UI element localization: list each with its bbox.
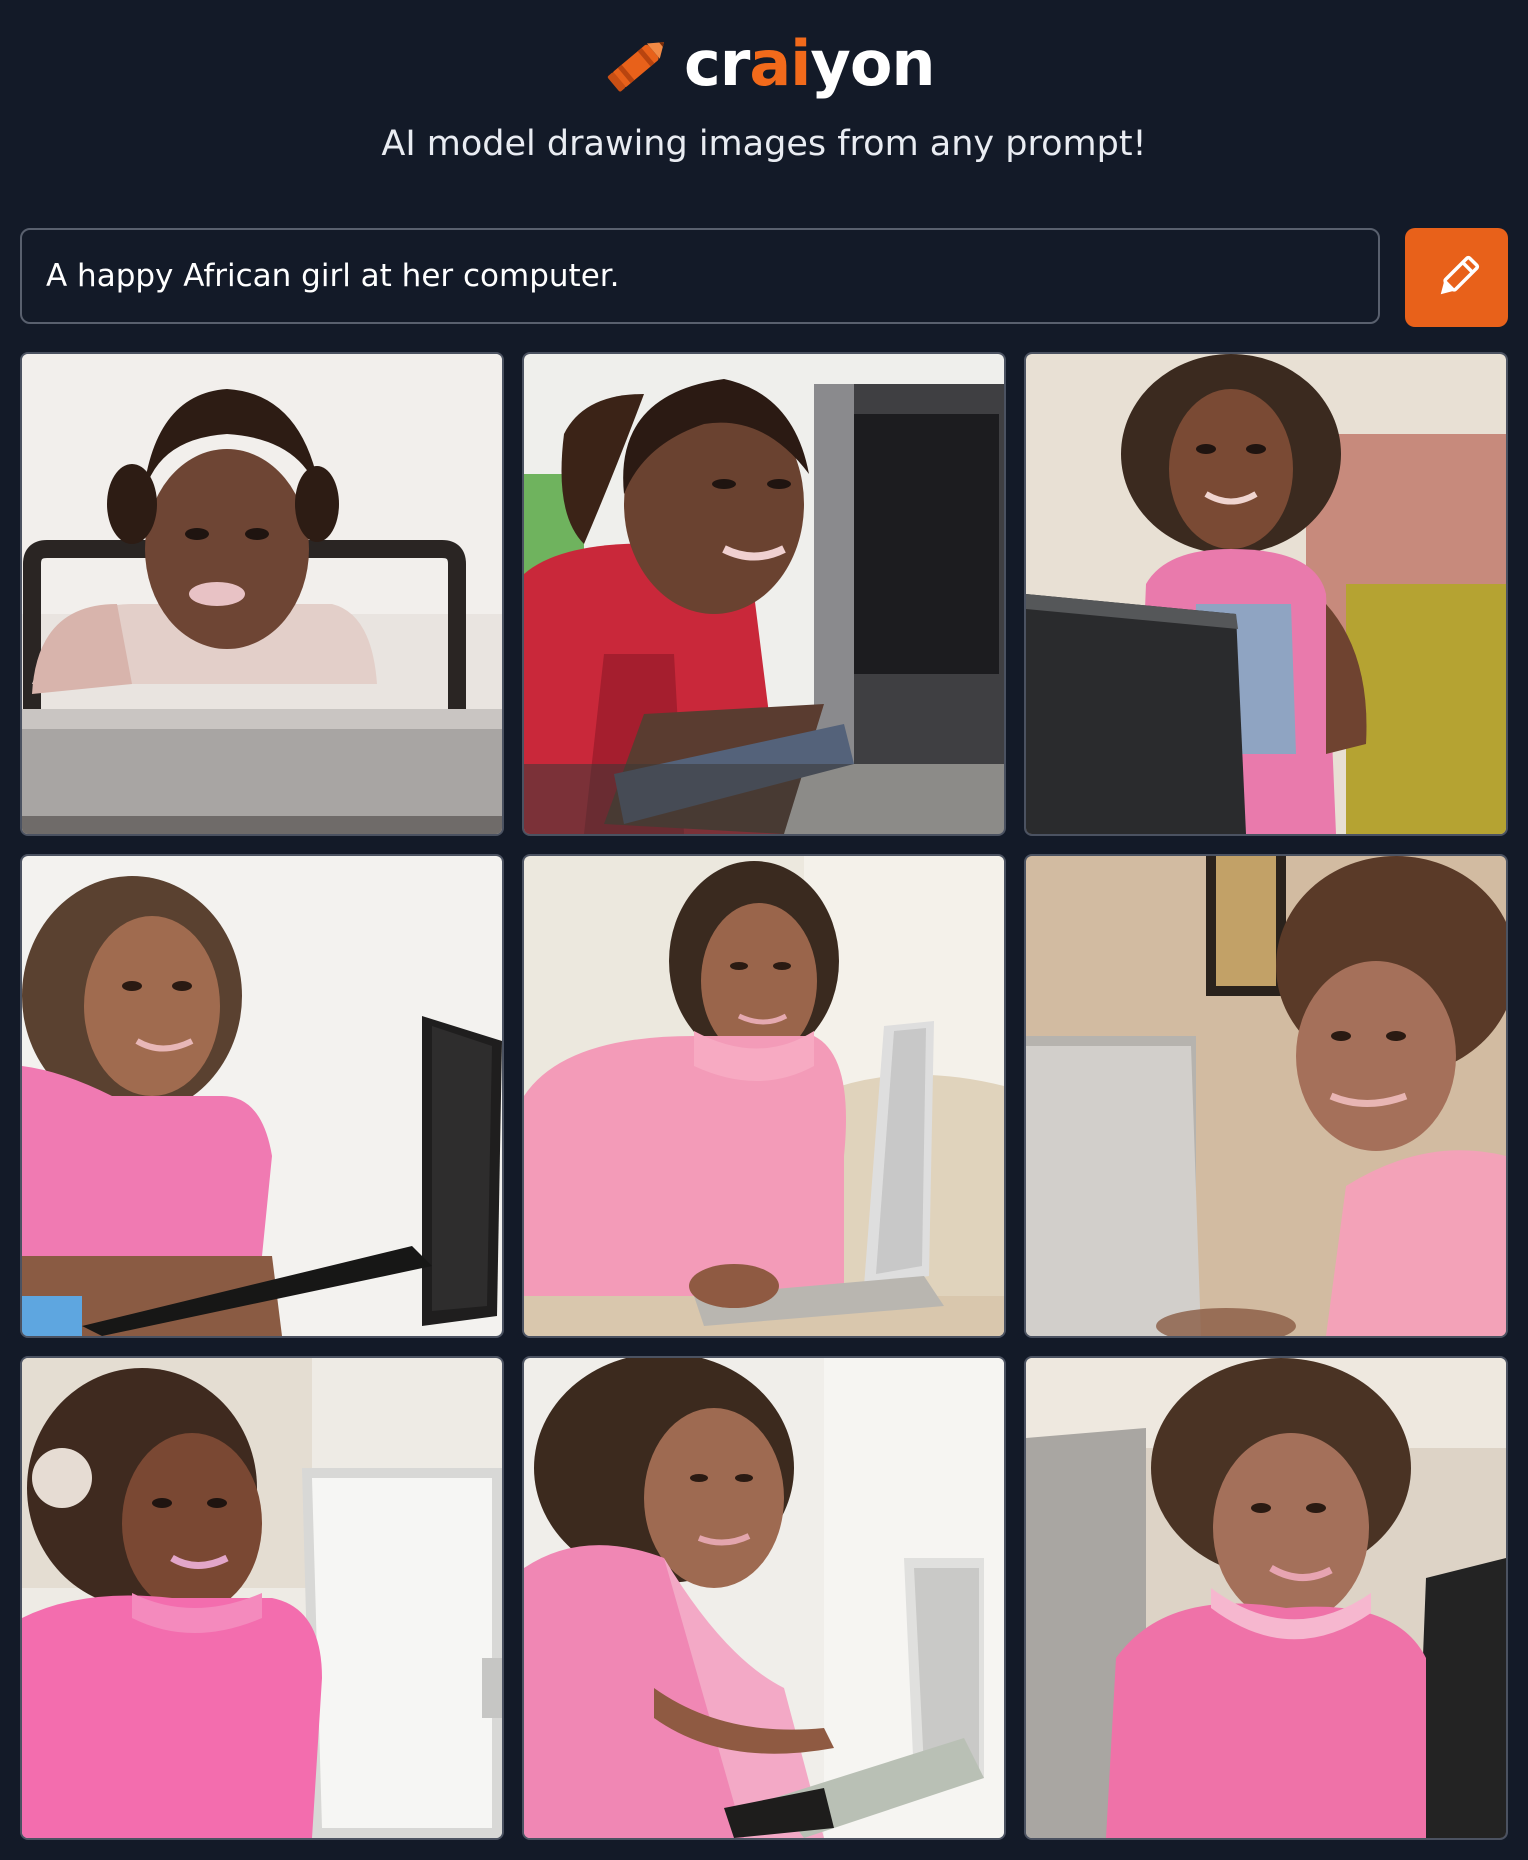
prompt-input[interactable] xyxy=(46,258,1346,294)
generated-image-8[interactable] xyxy=(522,1356,1006,1840)
results-grid xyxy=(20,352,1508,1840)
generated-image-3-picture xyxy=(1026,354,1506,834)
generated-image-1[interactable] xyxy=(20,352,504,836)
logo-suffix: yon xyxy=(810,27,935,100)
generated-image-4-picture xyxy=(22,856,502,1336)
craiyon-logo[interactable]: craiyon xyxy=(600,24,936,104)
generated-image-3[interactable] xyxy=(1024,352,1508,836)
generated-image-6[interactable] xyxy=(1024,854,1508,1338)
generated-image-2[interactable] xyxy=(522,352,1006,836)
logo-prefix: cr xyxy=(684,27,750,100)
generated-image-9[interactable] xyxy=(1024,1356,1508,1840)
logo-ai: ai xyxy=(749,27,811,100)
generated-image-7[interactable] xyxy=(20,1356,504,1840)
generated-image-6-picture xyxy=(1026,856,1506,1336)
pencil-icon xyxy=(1440,255,1479,294)
generated-image-8-picture xyxy=(524,1358,1004,1838)
generated-image-4[interactable] xyxy=(20,854,504,1338)
tagline: AI model drawing images from any prompt! xyxy=(381,124,1147,164)
generated-image-7-picture xyxy=(22,1358,502,1838)
generated-image-5[interactable] xyxy=(522,854,1006,1338)
prompt-field[interactable] xyxy=(20,228,1380,324)
logo-wordmark: craiyon xyxy=(684,33,936,95)
crayon-logo-icon xyxy=(607,42,665,92)
generated-image-9-picture xyxy=(1026,1358,1506,1838)
generated-image-2-picture xyxy=(524,354,1004,834)
generated-image-5-picture xyxy=(524,856,1004,1336)
draw-button[interactable] xyxy=(1405,228,1508,327)
generated-image-1-picture xyxy=(22,354,502,834)
